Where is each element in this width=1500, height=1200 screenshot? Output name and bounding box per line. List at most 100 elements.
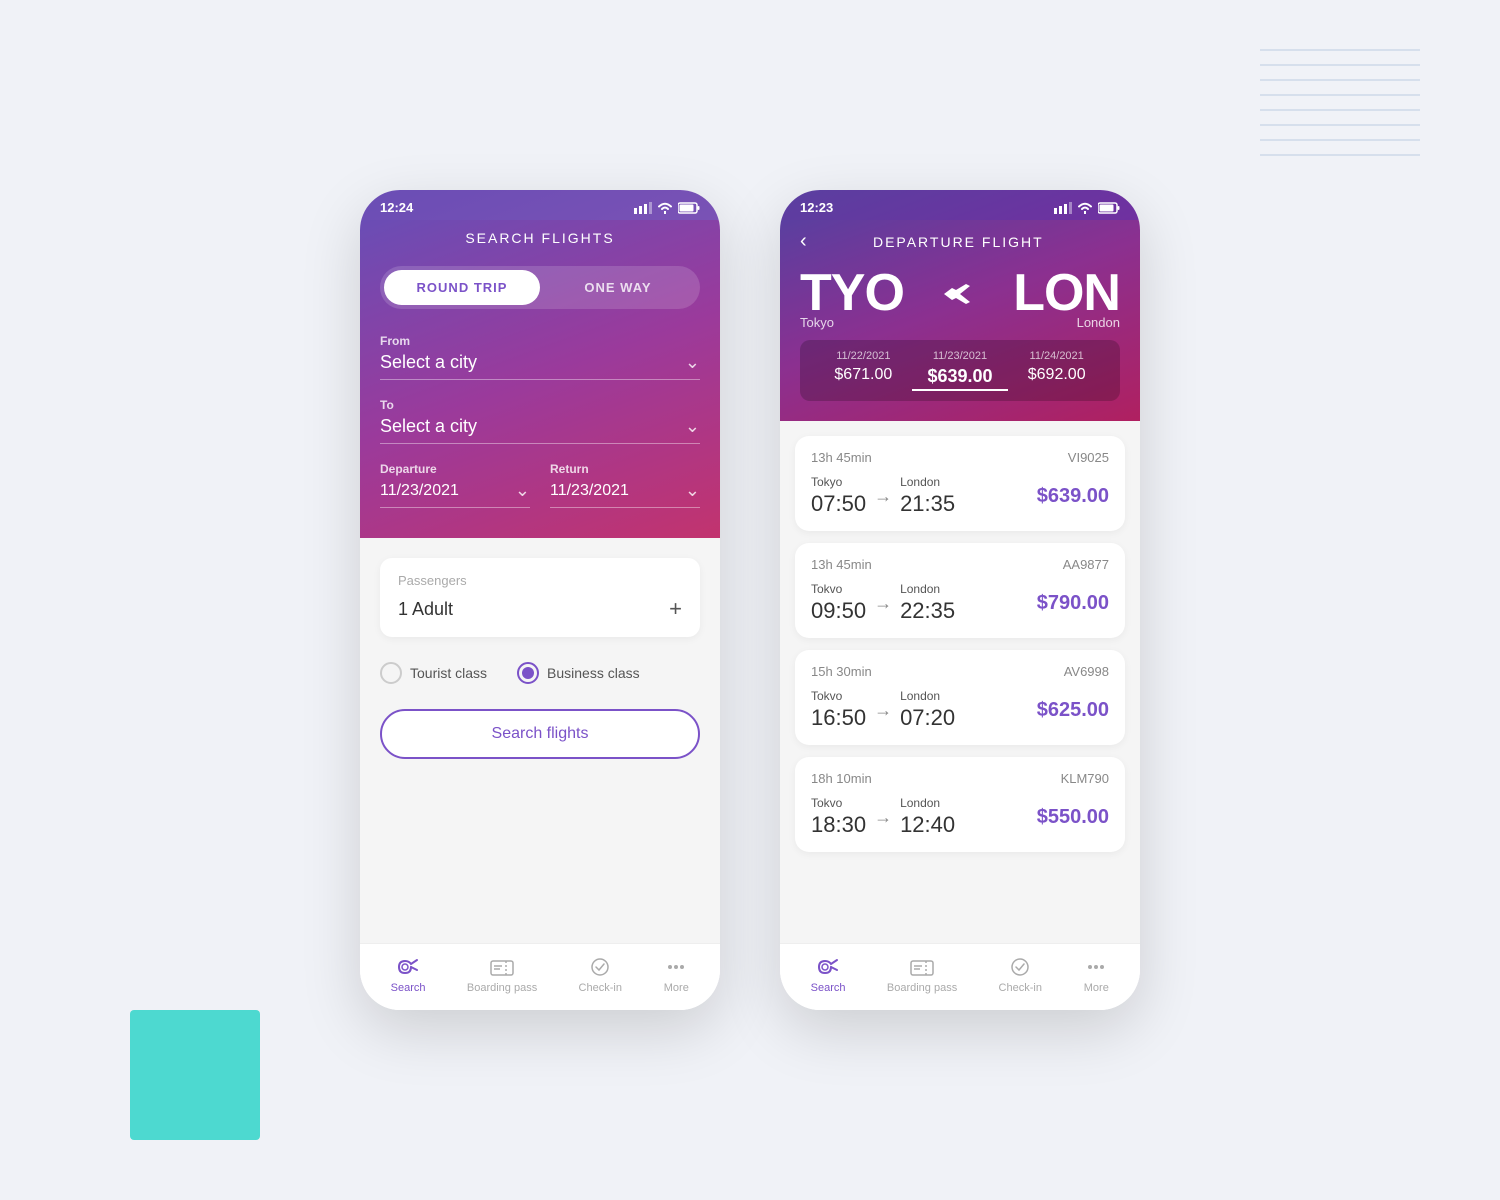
search-nav-icon-left (395, 956, 421, 978)
tourist-class-option[interactable]: Tourist class (380, 662, 487, 684)
plane-icon-container (942, 280, 976, 313)
return-label: Return (550, 462, 700, 476)
to-field-row[interactable]: Select a city ⌄ (380, 416, 700, 444)
date-price-2[interactable]: 11/24/2021 $692.00 (1008, 350, 1105, 391)
flight-arrival-time-0: 21:35 (900, 491, 955, 517)
nav-checkin-label-right: Check-in (999, 982, 1042, 994)
checkin-nav-icon-right (1007, 956, 1033, 978)
flight-card-3[interactable]: 18h 10min KLM790 Tokvo 18:30 → London 12… (795, 757, 1125, 852)
from-value: Select a city (380, 352, 477, 373)
business-radio-circle (517, 662, 539, 684)
dest-col: LON London (1013, 263, 1120, 330)
passengers-row: 1 Adult + (398, 596, 682, 622)
nav-boarding-left[interactable]: Boarding pass (467, 956, 537, 994)
flight-arrival-time-3: 12:40 (900, 812, 955, 838)
departure-date-row[interactable]: 11/23/2021 ⌄ (380, 480, 530, 508)
flight-bottom-1: Tokvo 09:50 → London 22:35 $790.00 (811, 582, 1109, 624)
boarding-nav-icon-left (489, 956, 515, 978)
add-passenger-button[interactable]: + (669, 596, 682, 622)
status-time-left: 12:24 (380, 200, 413, 215)
tourist-radio-circle (380, 662, 402, 684)
flight-dest-city-2: London (900, 689, 955, 703)
flight-arrival-2: London 07:20 (900, 689, 955, 731)
departure-title: DEPARTURE FLIGHT (817, 234, 1100, 250)
flight-departure-1: Tokvo 09:50 (811, 582, 866, 624)
passengers-value: 1 Adult (398, 599, 453, 620)
flight-price-2: $625.00 (1037, 699, 1109, 722)
bottom-nav-right: Search Boarding pass Check-in (780, 943, 1140, 1010)
to-value: Select a city (380, 416, 477, 437)
from-field-row[interactable]: Select a city ⌄ (380, 352, 700, 380)
status-time-right: 12:23 (800, 200, 833, 215)
departure-date: 11/23/2021 (380, 482, 459, 500)
back-row: ‹ DEPARTURE FLIGHT (800, 230, 1120, 253)
business-class-option[interactable]: Business class (517, 662, 640, 684)
nav-more-label-right: More (1084, 982, 1109, 994)
nav-search-left[interactable]: Search (391, 956, 426, 994)
origin-code: TYO (800, 263, 904, 323)
date-price-row: 11/22/2021 $671.00 11/23/2021 $639.00 11… (800, 340, 1120, 401)
nav-more-left[interactable]: More (663, 956, 689, 994)
from-field-group: From Select a city ⌄ (380, 334, 700, 380)
right-phone: 12:23 ‹ DEPARTURE FLIGHT (780, 190, 1140, 1010)
departure-chevron: ⌄ (515, 480, 530, 501)
flight-price-3: $550.00 (1037, 806, 1109, 829)
flights-list: 13h 45min VI9025 Tokyo 07:50 → London 21… (780, 421, 1140, 943)
flight-duration-2: 15h 30min (811, 664, 872, 679)
class-row: Tourist class Business class (380, 657, 700, 689)
nav-checkin-left[interactable]: Check-in (579, 956, 622, 994)
flight-bottom-0: Tokyo 07:50 → London 21:35 $639.00 (811, 475, 1109, 517)
return-date-row[interactable]: 11/23/2021 ⌄ (550, 480, 700, 508)
dp-price-0: $671.00 (834, 366, 892, 384)
flight-arrival-time-1: 22:35 (900, 598, 955, 624)
flight-arrow-3: → (874, 807, 892, 828)
battery-icon-left (678, 202, 700, 214)
flight-top-1: 13h 45min AA9877 (811, 557, 1109, 572)
nav-search-right[interactable]: Search (811, 956, 846, 994)
tourist-label: Tourist class (410, 665, 487, 681)
flight-code-0: VI9025 (1068, 450, 1109, 465)
search-flights-button[interactable]: Search flights (380, 709, 700, 759)
flight-origin-city-1: Tokvo (811, 582, 866, 596)
flight-times-3: Tokvo 18:30 → London 12:40 (811, 796, 955, 838)
bg-decoration-lines (1260, 40, 1420, 160)
to-label: To (380, 398, 700, 412)
dest-code: LON (1013, 263, 1120, 323)
date-price-0[interactable]: 11/22/2021 $671.00 (815, 350, 912, 391)
flight-departure-time-1: 09:50 (811, 598, 866, 624)
nav-search-label-right: Search (811, 982, 846, 994)
signal-icon-left (634, 202, 652, 214)
flight-origin-city-0: Tokyo (811, 475, 866, 489)
back-button[interactable]: ‹ (800, 230, 807, 253)
left-phone: 12:24 SEARCH FLIGHTS ROUND (360, 190, 720, 1010)
nav-checkin-right[interactable]: Check-in (999, 956, 1042, 994)
flight-arrival-time-2: 07:20 (900, 705, 955, 731)
flight-departure-0: Tokyo 07:50 (811, 475, 866, 517)
return-date: 11/23/2021 (550, 482, 629, 500)
flight-top-2: 15h 30min AV6998 (811, 664, 1109, 679)
nav-checkin-label-left: Check-in (579, 982, 622, 994)
business-radio-dot (522, 667, 534, 679)
flight-code-2: AV6998 (1064, 664, 1109, 679)
flight-price-1: $790.00 (1037, 592, 1109, 615)
return-field: Return 11/23/2021 ⌄ (550, 462, 700, 508)
one-way-btn[interactable]: ONE WAY (540, 270, 696, 305)
flight-duration-1: 13h 45min (811, 557, 872, 572)
bottom-nav-left: Search Boarding pass Check-in (360, 943, 720, 1010)
flight-price-0: $639.00 (1037, 485, 1109, 508)
wifi-icon-right (1077, 202, 1093, 214)
origin-col: TYO Tokyo (800, 263, 904, 330)
nav-more-right[interactable]: More (1083, 956, 1109, 994)
date-price-1[interactable]: 11/23/2021 $639.00 (912, 350, 1009, 391)
flight-card-1[interactable]: 13h 45min AA9877 Tokvo 09:50 → London 22… (795, 543, 1125, 638)
phone-body-left: Passengers 1 Adult + Tourist class Busin… (360, 538, 720, 943)
flight-arrow-0: → (874, 486, 892, 507)
flight-bottom-2: Tokvo 16:50 → London 07:20 $625.00 (811, 689, 1109, 731)
flight-times-2: Tokvo 16:50 → London 07:20 (811, 689, 955, 731)
flight-card-2[interactable]: 15h 30min AV6998 Tokvo 16:50 → London 07… (795, 650, 1125, 745)
round-trip-btn[interactable]: ROUND TRIP (384, 270, 540, 305)
flight-card-0[interactable]: 13h 45min VI9025 Tokyo 07:50 → London 21… (795, 436, 1125, 531)
nav-search-label-left: Search (391, 982, 426, 994)
status-icons-left (634, 202, 700, 214)
nav-boarding-right[interactable]: Boarding pass (887, 956, 957, 994)
